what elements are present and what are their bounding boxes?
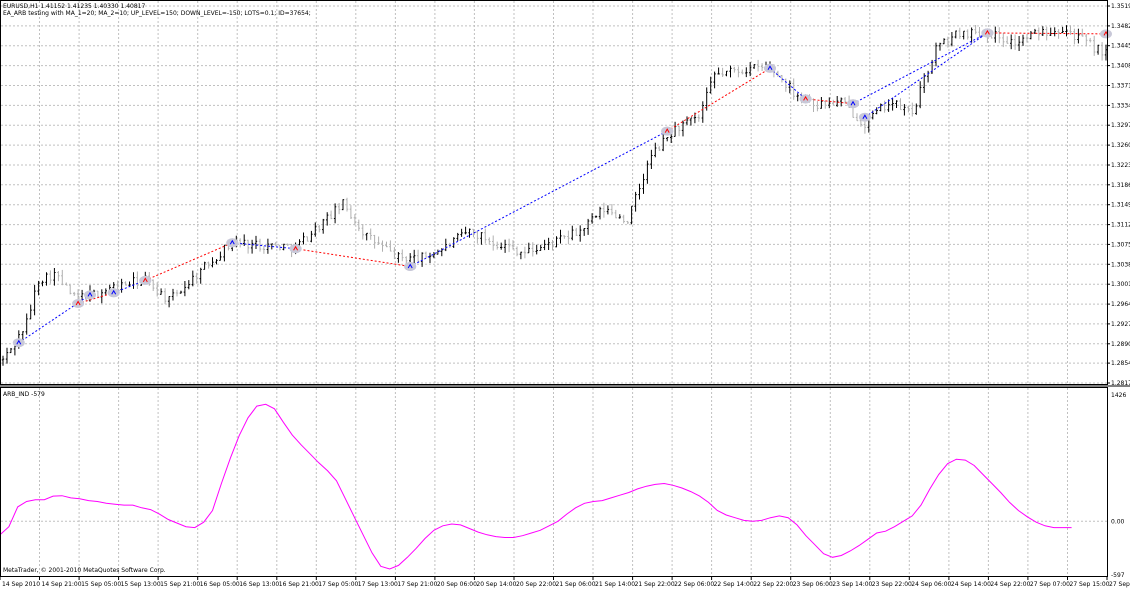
time-tick-label: 17 Sep 13:00: [358, 581, 398, 588]
price-tick-label: 1.31490: [1111, 202, 1130, 209]
time-tick-label: 17 Sep 05:00: [318, 581, 358, 588]
trade-marker: [764, 63, 776, 73]
trade-lines: [18, 32, 1107, 344]
trade-marker: [12, 338, 25, 348]
trade-markers: [12, 28, 1112, 348]
buy-trade-line: [769, 67, 806, 100]
price-bars: [1, 25, 1108, 366]
time-tick-label: 20 Sep 06:00: [437, 581, 477, 588]
time-tick-label: 16 Sep 13:00: [239, 581, 279, 588]
indicator-axis: 1426 0.00 -597: [1111, 392, 1126, 579]
time-tick-label: 23 Sep 14:00: [832, 581, 872, 588]
time-tick-label: 22 Sep 06:00: [674, 581, 714, 588]
main-grid: [1, 1, 1107, 384]
price-tick-label: 1.31120: [1111, 222, 1130, 229]
price-tick-label: 1.32970: [1111, 122, 1130, 129]
time-tick-label: 17 Sep 21:00: [397, 581, 437, 588]
time-tick-label: 27 Sep 07:00: [1030, 581, 1070, 588]
time-tick-label: 22 Sep 14:00: [714, 581, 754, 588]
time-tick-label: 23 Sep 06:00: [793, 581, 833, 588]
trade-marker: [799, 94, 812, 104]
price-tick-label: 1.31860: [1111, 182, 1130, 189]
trade-marker: [289, 244, 302, 254]
time-tick-label: 27 Sep 15:00: [1070, 581, 1110, 588]
price-tick-label: 1.35190: [1111, 3, 1130, 10]
price-tick-label: 1.29640: [1111, 301, 1130, 308]
time-tick-label: 24 Sep 22:00: [990, 581, 1030, 588]
time-tick-label: 20 Sep 22:00: [516, 581, 556, 588]
indicator-line: [0, 403, 1072, 570]
trade-marker: [84, 290, 96, 300]
price-tick-label: 1.28540: [1111, 360, 1130, 367]
trade-marker: [981, 28, 994, 38]
price-tick-label: 1.34080: [1111, 63, 1130, 70]
price-tick-label: 1.32230: [1111, 162, 1130, 169]
indicator-tick-label: 0.00: [1111, 518, 1125, 525]
trade-marker: [661, 126, 674, 136]
time-tick-label: 14 Sep 21:00: [42, 581, 82, 588]
price-tick-label: 1.33340: [1111, 102, 1130, 109]
time-tick-label: 21 Sep 14:00: [595, 581, 635, 588]
time-tick-label: 15 Sep 13:00: [121, 581, 161, 588]
time-tick-label: 16 Sep 21:00: [279, 581, 319, 588]
price-tick-label: 1.29270: [1111, 321, 1130, 328]
time-tick-label: 16 Sep 05:00: [200, 581, 240, 588]
indicator-label: ARB_IND -579: [3, 391, 45, 398]
time-tick-label: 27 Sep 23:00: [1109, 581, 1130, 588]
chart-window: 1.35190 1.34820 1.34450 1.34080 1.33710 1.333…: [0, 0, 1130, 589]
time-tick-label: 24 Sep 06:00: [911, 581, 951, 588]
indicator-tick-label: 1426: [1111, 392, 1126, 399]
time-tick-label: 24 Sep 14:00: [951, 581, 991, 588]
time-tick-label: 14 Sep 2010: [2, 581, 40, 588]
price-tick-label: 1.30750: [1111, 241, 1130, 248]
trade-marker: [858, 112, 871, 122]
trade-marker: [107, 288, 120, 298]
trade-marker: [139, 275, 152, 285]
price-tick-label: 1.28900: [1111, 341, 1130, 348]
trade-marker: [847, 99, 859, 109]
copyright-text: MetaTrader, © 2001-2010 MetaQuotes Softw…: [3, 567, 166, 574]
buy-trade-line: [409, 130, 668, 267]
indicator-grid: [1, 388, 1107, 576]
price-tick-label: 1.30010: [1111, 281, 1130, 288]
main-price-axis: 1.35190 1.34820 1.34450 1.34080 1.33710 1.333…: [1107, 3, 1130, 387]
time-tick-label: 22 Sep 22:00: [753, 581, 793, 588]
price-tick-label: 1.32600: [1111, 142, 1130, 149]
time-tick-label: 20 Sep 14:00: [476, 581, 516, 588]
time-axis: 14 Sep 2010 14 Sep 21:00 15 Sep 05:00 15 Se…: [0, 577, 1130, 588]
ea-header: EA_ARB testing with MA_1=20; MA_2=10; UP…: [3, 10, 311, 17]
price-tick-label: 1.34450: [1111, 43, 1130, 50]
indicator-tick-label: -597: [1111, 572, 1125, 579]
time-tick-label: 21 Sep 22:00: [635, 581, 675, 588]
price-tick-label: 1.33710: [1111, 83, 1130, 90]
trade-marker: [404, 262, 417, 271]
time-tick-label: 23 Sep 22:00: [872, 581, 912, 588]
chart-svg: 1.35190 1.34820 1.34450 1.34080 1.33710 1.333…: [0, 0, 1130, 588]
trade-marker: [1100, 29, 1112, 39]
trade-marker: [226, 238, 239, 248]
time-tick-label: 21 Sep 06:00: [556, 581, 596, 588]
symbol-header: EURUSD,H1 1.41152 1.41235 1.40330 1.4081…: [3, 3, 145, 10]
price-tick-label: 1.30380: [1111, 261, 1130, 268]
time-tick-label: 15 Sep 05:00: [81, 581, 121, 588]
price-tick-label: 1.34820: [1111, 23, 1130, 30]
time-tick-label: 15 Sep 21:00: [160, 581, 200, 588]
trade-marker: [72, 299, 85, 308]
